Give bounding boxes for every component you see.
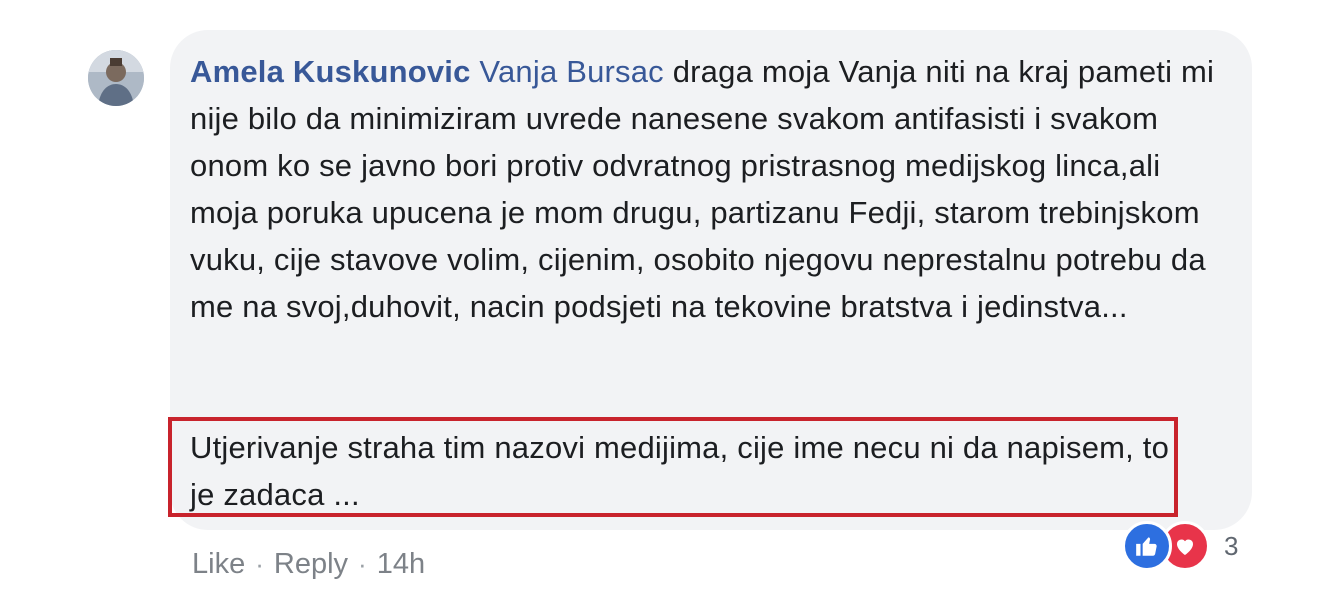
timestamp[interactable]: 14h bbox=[377, 548, 425, 581]
reaction-count: 3 bbox=[1224, 530, 1239, 561]
comment-text: draga moja Vanja niti na kraj pameti mi … bbox=[190, 54, 1215, 324]
comment-body: Amela Kuskunovic Vanja Bursac draga moja… bbox=[190, 48, 1230, 330]
separator: · bbox=[255, 549, 264, 579]
highlighted-text: Utjerivanje straha tim nazovi medijima, … bbox=[190, 430, 1170, 512]
avatar-image bbox=[88, 50, 144, 106]
like-icon bbox=[1122, 521, 1172, 571]
reactions-summary[interactable]: 3 bbox=[1122, 520, 1238, 572]
mention-link[interactable]: Vanja Bursac bbox=[479, 54, 663, 89]
separator: · bbox=[358, 549, 367, 579]
comment-screenshot: Amela Kuskunovic Vanja Bursac draga moja… bbox=[0, 0, 1328, 600]
like-button[interactable]: Like bbox=[192, 548, 245, 581]
avatar[interactable] bbox=[88, 50, 144, 106]
author-name[interactable]: Amela Kuskunovic bbox=[190, 54, 471, 89]
reply-button[interactable]: Reply bbox=[274, 548, 348, 581]
comment-actions: Like · Reply · 14h bbox=[192, 548, 425, 581]
